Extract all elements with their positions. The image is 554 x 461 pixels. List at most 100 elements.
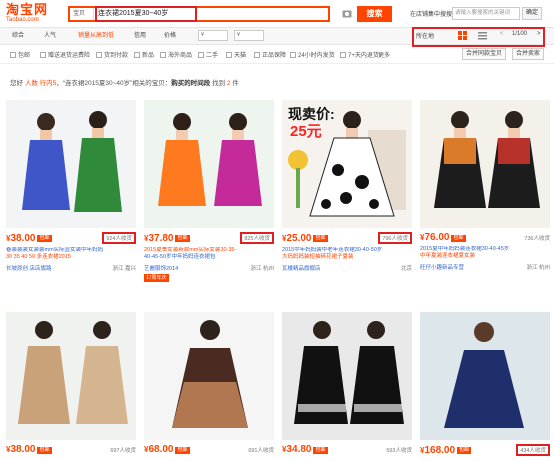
free-shipping-badge: 包邮 xyxy=(175,235,190,243)
shop-location: 浙江 嘉兴 xyxy=(112,266,136,272)
checkbox-icon xyxy=(10,51,16,58)
filter-new[interactable]: 新品 xyxy=(134,50,154,59)
free-shipping-badge: 包邮 xyxy=(313,235,328,243)
product-image[interactable] xyxy=(144,100,274,228)
sort-default[interactable]: 综合 xyxy=(12,29,24,43)
product-price: ¥25.00 xyxy=(282,232,312,244)
product-price: ¥34.80 xyxy=(282,444,312,455)
product-price: ¥76.00 xyxy=(420,232,450,243)
camera-icon[interactable] xyxy=(342,9,352,18)
query-highlight-box xyxy=(95,6,197,22)
shop-name[interactable]: 艺麗服饰2014 xyxy=(144,264,178,272)
sales-count: 796人收货 xyxy=(378,232,412,244)
checkbox-icon xyxy=(290,51,296,58)
product-card[interactable]: 现卖价: 25元 ¥25.00 包邮 796人收货 2015中年妈妈装中老年连衣裙… xyxy=(282,100,412,274)
free-shipping-badge: 包邮 xyxy=(37,446,52,454)
product-price: ¥38.00 xyxy=(6,232,36,244)
product-image[interactable] xyxy=(420,100,550,228)
search-scope-select[interactable]: 宝贝 xyxy=(70,8,94,20)
product-title[interactable]: 2015中年妈妈装中老年连衣裙30-40-50岁 大码妈妈装短袖碎花裙子夏装 xyxy=(282,247,412,261)
merge-same-items-button[interactable]: 合并同款宝贝 xyxy=(462,48,507,60)
checkbox-icon xyxy=(254,51,260,58)
sales-count: 736人收货 xyxy=(524,235,550,242)
checkbox-icon xyxy=(226,51,232,58)
product-title[interactable]: 2015夏中年妈妈装连衣裙30-40-45岁 中年夏装连衣裙夏女装 xyxy=(420,246,550,260)
price-to-input[interactable]: ¥ xyxy=(234,30,264,41)
sort-popularity[interactable]: 人气 xyxy=(44,29,56,43)
sales-count: 691人收货 xyxy=(248,447,274,454)
prev-page-button[interactable]: < xyxy=(500,31,504,37)
filter-secondhand[interactable]: 二手 xyxy=(198,50,218,59)
product-card[interactable]: ¥76.00 包邮 736人收货 2015夏中年妈妈装连衣裙30-40-45岁 中年… xyxy=(420,100,550,274)
shop-name[interactable]: 长坡原创 店店旗路 xyxy=(6,264,52,272)
product-price: ¥37.80 xyxy=(144,232,174,244)
shop-location: 浙江 杭州 xyxy=(526,265,550,271)
product-price: ¥38.00 xyxy=(6,444,36,455)
checkbox-icon xyxy=(340,51,346,58)
free-shipping-badge: 包邮 xyxy=(313,446,328,454)
product-card[interactable]: ¥68.00 包邮 691人收货 xyxy=(144,312,274,461)
free-shipping-badge: 包邮 xyxy=(457,447,472,455)
checkbox-icon xyxy=(96,51,102,58)
filter-genuine[interactable]: 正品保障 xyxy=(254,50,286,59)
filter-7day-return[interactable]: 7+天内退货 xyxy=(340,50,379,59)
logo-text-en: Taobao.com xyxy=(6,17,39,23)
sales-count: 593人收货 xyxy=(386,447,412,454)
logo-text-cn: 淘宝网 xyxy=(6,2,49,17)
product-card[interactable]: ¥34.80 包邮 593人收货 xyxy=(282,312,412,461)
sales-count: 825人收货 xyxy=(240,232,274,244)
next-page-button[interactable]: > xyxy=(537,31,541,37)
product-image[interactable] xyxy=(144,312,274,440)
filter-free-shipping[interactable]: 包邮 xyxy=(10,50,30,59)
product-card[interactable]: ¥38.00 包邮 924人收货 春装装装女装装mm实际显女装中年妈妈 30 35 … xyxy=(6,100,136,274)
shop-name[interactable]: 旺仔小趣新品专营 xyxy=(420,263,464,271)
product-card[interactable]: ¥37.80 包邮 825人收货 2015夏季女装新款mm实际女装30-35- 40… xyxy=(144,100,274,282)
filter-cod[interactable]: 货到付款 xyxy=(96,50,128,59)
price-from-input[interactable]: ¥ xyxy=(198,30,228,41)
sort-credit[interactable]: 信用 xyxy=(134,29,146,43)
product-image[interactable] xyxy=(420,312,550,440)
free-shipping-badge: 包邮 xyxy=(175,446,190,454)
page-indicator: 1/100 xyxy=(512,31,528,37)
filter-24h-ship[interactable]: 24小时内发货 xyxy=(290,50,335,59)
sales-count: 924人收货 xyxy=(102,232,136,244)
grid-view-icon[interactable] xyxy=(458,31,467,40)
filter-more[interactable]: 更多 xyxy=(378,50,390,59)
filter-overseas[interactable]: 海外商品 xyxy=(160,50,192,59)
sales-count: 434人收货 xyxy=(516,444,550,456)
checkbox-icon xyxy=(160,51,166,58)
sort-price[interactable]: 价格 xyxy=(164,29,176,43)
filter-tmall[interactable]: 天猫 xyxy=(226,50,246,59)
sales-count: 697人收货 xyxy=(110,447,136,454)
checkbox-icon xyxy=(134,51,140,58)
free-shipping-badge: 包邮 xyxy=(37,235,52,243)
shop-location: 北京 xyxy=(400,266,412,272)
taobao-logo[interactable]: 淘宝网 Taobao.com xyxy=(6,3,58,25)
location-filter[interactable]: 所在地 xyxy=(416,31,434,40)
product-image[interactable] xyxy=(282,312,412,440)
free-shipping-badge: 包邮 xyxy=(451,234,466,242)
product-image[interactable] xyxy=(6,100,136,228)
product-title[interactable]: 2015夏季女装新款mm实际女装30-35- 40-45-50岁中年妈妈连衣裙包 xyxy=(144,247,274,261)
product-image[interactable] xyxy=(6,312,136,440)
checkbox-icon xyxy=(198,51,204,58)
product-card[interactable]: ¥38.00 包邮 697人收货 xyxy=(6,312,136,461)
shop-search-button[interactable]: 确定 xyxy=(522,7,542,20)
shop-name[interactable]: 瓦楼精品旗舰店 xyxy=(282,264,321,272)
shop-search-input[interactable]: 请输入要搜索的关键词 xyxy=(452,7,520,20)
result-summary: 您好 人数 行内5，“连衣裙2015夏30~40岁”相关的宝贝：购买的时间段 找… xyxy=(10,80,239,87)
filter-return-insurance[interactable]: 赠送退货运费险 xyxy=(40,50,90,59)
product-price: ¥168.00 xyxy=(420,444,456,456)
shop-search-label: 在店铺集中搜搜 xyxy=(410,12,453,18)
sort-sales[interactable]: 销量从高到低 xyxy=(78,29,114,43)
checkbox-icon xyxy=(40,51,46,58)
search-button[interactable]: 搜索 xyxy=(357,6,392,22)
shop-location: 浙江 杭州 xyxy=(250,266,274,272)
list-view-icon[interactable] xyxy=(478,31,487,40)
promo-price: 25元 xyxy=(290,123,322,140)
merge-sellers-button[interactable]: 合并卖家 xyxy=(512,48,545,60)
product-title[interactable]: 春装装装女装装mm实际显女装中年妈妈 30 35 40 50 多连衣裙2015 xyxy=(6,247,136,261)
product-card[interactable]: ¥168.00 包邮 434人收货 xyxy=(420,312,550,461)
anniversary-tag: 17周年庆 xyxy=(144,274,169,282)
product-price: ¥68.00 xyxy=(144,444,174,455)
